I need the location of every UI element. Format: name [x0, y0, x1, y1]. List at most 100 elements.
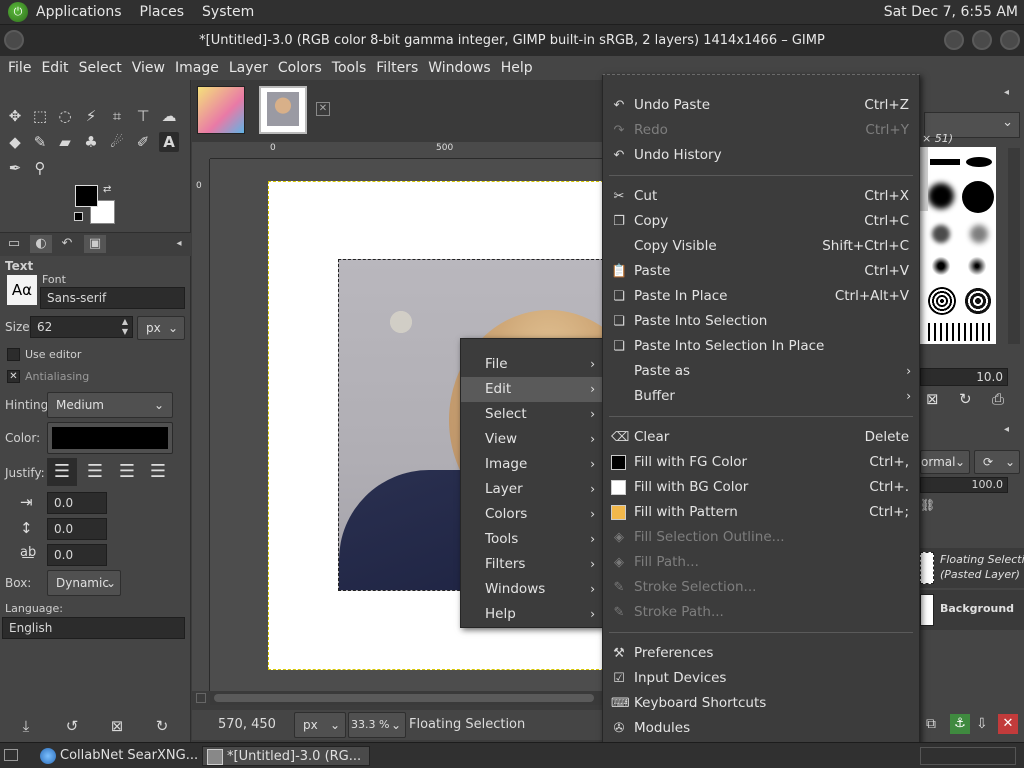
justify-fill-icon[interactable]: ☰ — [143, 458, 173, 486]
eraser-tool-icon[interactable]: ▰ — [55, 132, 75, 152]
paths-tool-icon[interactable]: ✐ — [133, 132, 153, 152]
line-spacing-field[interactable]: 0.0 — [47, 518, 107, 540]
image-menu-item-view[interactable]: View › — [461, 427, 603, 452]
edit-menu-item-cut[interactable]: ✂ Cut Ctrl+X — [603, 184, 919, 209]
default-colors-icon[interactable] — [74, 212, 83, 221]
menu-filters[interactable]: Filters — [372, 60, 422, 76]
workspace-switcher[interactable] — [920, 747, 1016, 765]
system-menu[interactable]: System — [202, 4, 254, 20]
image-menu-item-help[interactable]: Help › — [461, 602, 603, 627]
menu-view[interactable]: View — [128, 60, 169, 76]
edit-menu-item-keyboard-shortcuts[interactable]: ⌨ Keyboard Shortcuts — [603, 691, 919, 716]
fuzzy-select-tool-icon[interactable]: ⚡ — [81, 106, 101, 126]
menu-help[interactable]: Help — [497, 60, 537, 76]
edit-menu-item-preferences[interactable]: ⚒ Preferences — [603, 641, 919, 666]
edit-menu-item-paste-into-selection[interactable]: ❏ Paste Into Selection — [603, 309, 919, 334]
ruler-corner[interactable] — [192, 142, 210, 159]
fg-bg-colors[interactable]: ⇄ — [74, 184, 120, 227]
spacing-field[interactable]: 10.0 — [920, 368, 1008, 386]
size-spin-up-icon[interactable]: ▲ — [120, 317, 130, 326]
menu-windows[interactable]: Windows — [424, 60, 495, 76]
size-field[interactable]: 62 — [30, 316, 133, 338]
use-editor-checkbox[interactable] — [7, 348, 20, 361]
edit-menu-item-paste-into-selection-in-place[interactable]: ❏ Paste Into Selection In Place — [603, 334, 919, 359]
justify-center-icon[interactable]: ☰ — [112, 458, 142, 486]
layer-mode-select[interactable]: ormal ⌄ — [920, 450, 970, 474]
swap-colors-icon[interactable]: ⇄ — [103, 184, 111, 195]
move-tool-icon[interactable]: ✥ — [5, 106, 25, 126]
edit-menu-item-copy-visible[interactable]: Copy Visible Shift+Ctrl+C — [603, 234, 919, 259]
delete-layer-icon[interactable]: ✕ — [998, 714, 1018, 734]
window-titlebar[interactable]: *[Untitled]-3.0 (RGB color 8-bit gamma i… — [0, 25, 1024, 56]
brushes-scrollbar[interactable] — [1008, 148, 1020, 344]
hinting-select[interactable]: Medium ⌄ — [47, 392, 173, 418]
delete-options-icon[interactable]: ⊠ — [107, 716, 127, 736]
task-browser[interactable]: CollabNet SearXNG... — [36, 746, 200, 766]
edit-menu-item-paste-in-place[interactable]: ❏ Paste In Place Ctrl+Alt+V — [603, 284, 919, 309]
rect-select-tool-icon[interactable]: ⬚ — [30, 106, 50, 126]
unit-select[interactable]: px ⌄ — [294, 712, 346, 738]
restore-options-icon[interactable]: ↺ — [62, 716, 82, 736]
reset-options-icon[interactable]: ↻ — [152, 716, 172, 736]
distro-logo-icon[interactable]: ⏻ — [8, 2, 28, 22]
maximize-button[interactable] — [972, 30, 992, 50]
image-menu-item-layer[interactable]: Layer › — [461, 477, 603, 502]
paintbrush-tool-icon[interactable]: ✎ — [30, 132, 50, 152]
composite-mode-select[interactable]: ⟳ ⌄ — [974, 450, 1020, 474]
menu-layer[interactable]: Layer — [225, 60, 272, 76]
anchor-layer-icon[interactable]: ⚓ — [950, 714, 970, 734]
edit-menu-item-copy[interactable]: ❐ Copy Ctrl+C — [603, 209, 919, 234]
box-select[interactable]: Dynamic ⌄ — [47, 570, 121, 596]
antialiasing-checkbox[interactable]: ✕ — [7, 370, 20, 383]
image-menu-item-tools[interactable]: Tools › — [461, 527, 603, 552]
edit-menu-item-fill-with-pattern[interactable]: Fill with Pattern Ctrl+; — [603, 500, 919, 525]
image-menu-item-filters[interactable]: Filters › — [461, 552, 603, 577]
menu-edit[interactable]: Edit — [37, 60, 72, 76]
size-unit-select[interactable]: px ⌄ — [137, 316, 185, 340]
merge-layer-icon[interactable]: ⇩ — [976, 716, 988, 732]
edit-menu-item-buffer[interactable]: Buffer › — [603, 384, 919, 409]
menu-image[interactable]: Image — [171, 60, 223, 76]
image-menu-item-colors[interactable]: Colors › — [461, 502, 603, 527]
crop-tool-icon[interactable]: ⌗ — [107, 106, 127, 126]
dock-menu-icon[interactable]: ◂ — [168, 235, 190, 253]
dock-menu-icon[interactable]: ◂ — [1004, 424, 1009, 435]
edit-menu-item-fill-with-bg-color[interactable]: Fill with BG Color Ctrl+. — [603, 475, 919, 500]
window-menu-button[interactable] — [4, 30, 24, 50]
edit-menu-item-fill-with-fg-color[interactable]: Fill with FG Color Ctrl+, — [603, 450, 919, 475]
horizontal-ruler[interactable]: 0 500 — [210, 142, 604, 159]
size-spin-down-icon[interactable]: ▼ — [120, 327, 130, 336]
brushes-grid[interactable] — [920, 147, 996, 344]
menu-select[interactable]: Select — [75, 60, 126, 76]
menu-tools[interactable]: Tools — [328, 60, 371, 76]
menu-file[interactable]: File — [4, 60, 35, 76]
layer-row-background[interactable]: Background — [920, 590, 1024, 630]
undo-history-tab-icon[interactable]: ↶ — [56, 235, 78, 253]
zoom-tool-icon[interactable]: ⚲ — [30, 158, 50, 178]
clock[interactable]: Sat Dec 7, 6:55 AM — [884, 4, 1018, 20]
save-options-icon[interactable]: ⤓ — [16, 716, 36, 736]
smudge-tool-icon[interactable]: ☄ — [107, 132, 127, 152]
lasso-tool-icon[interactable]: ◌ — [55, 106, 75, 126]
duplicate-layer-icon[interactable]: ⧉ — [926, 716, 936, 732]
close-image-tab-icon[interactable]: ✕ — [316, 102, 330, 116]
dock-menu-icon[interactable]: ◂ — [1004, 87, 1009, 98]
image-menu-item-select[interactable]: Select › — [461, 402, 603, 427]
minimize-button[interactable] — [944, 30, 964, 50]
vertical-ruler[interactable]: 0 — [192, 159, 210, 691]
bucket-fill-tool-icon[interactable]: ◆ — [5, 132, 25, 152]
navigate-icon[interactable] — [196, 693, 206, 703]
transform-tool-icon[interactable]: ⊤ — [133, 106, 153, 126]
lock-icon[interactable]: ⛓ — [920, 498, 935, 512]
layer-row-floating[interactable]: Floating Selection (Pasted Layer) — [920, 548, 1024, 588]
image-menu-item-file[interactable]: File › — [461, 352, 603, 377]
images-tab-icon[interactable]: ▣ — [84, 235, 106, 253]
text-color-button[interactable] — [47, 422, 173, 454]
refresh-brushes-icon[interactable]: ↻ — [959, 390, 972, 408]
justify-left-icon[interactable]: ☰ — [47, 458, 77, 486]
justify-right-icon[interactable]: ☰ — [80, 458, 110, 486]
places-menu[interactable]: Places — [140, 4, 185, 20]
image-menu-item-image[interactable]: Image › — [461, 452, 603, 477]
zoom-select[interactable]: 33.3 % ⌄ — [348, 712, 406, 738]
open-brush-as-image-icon[interactable]: ⎙ — [992, 390, 1004, 408]
